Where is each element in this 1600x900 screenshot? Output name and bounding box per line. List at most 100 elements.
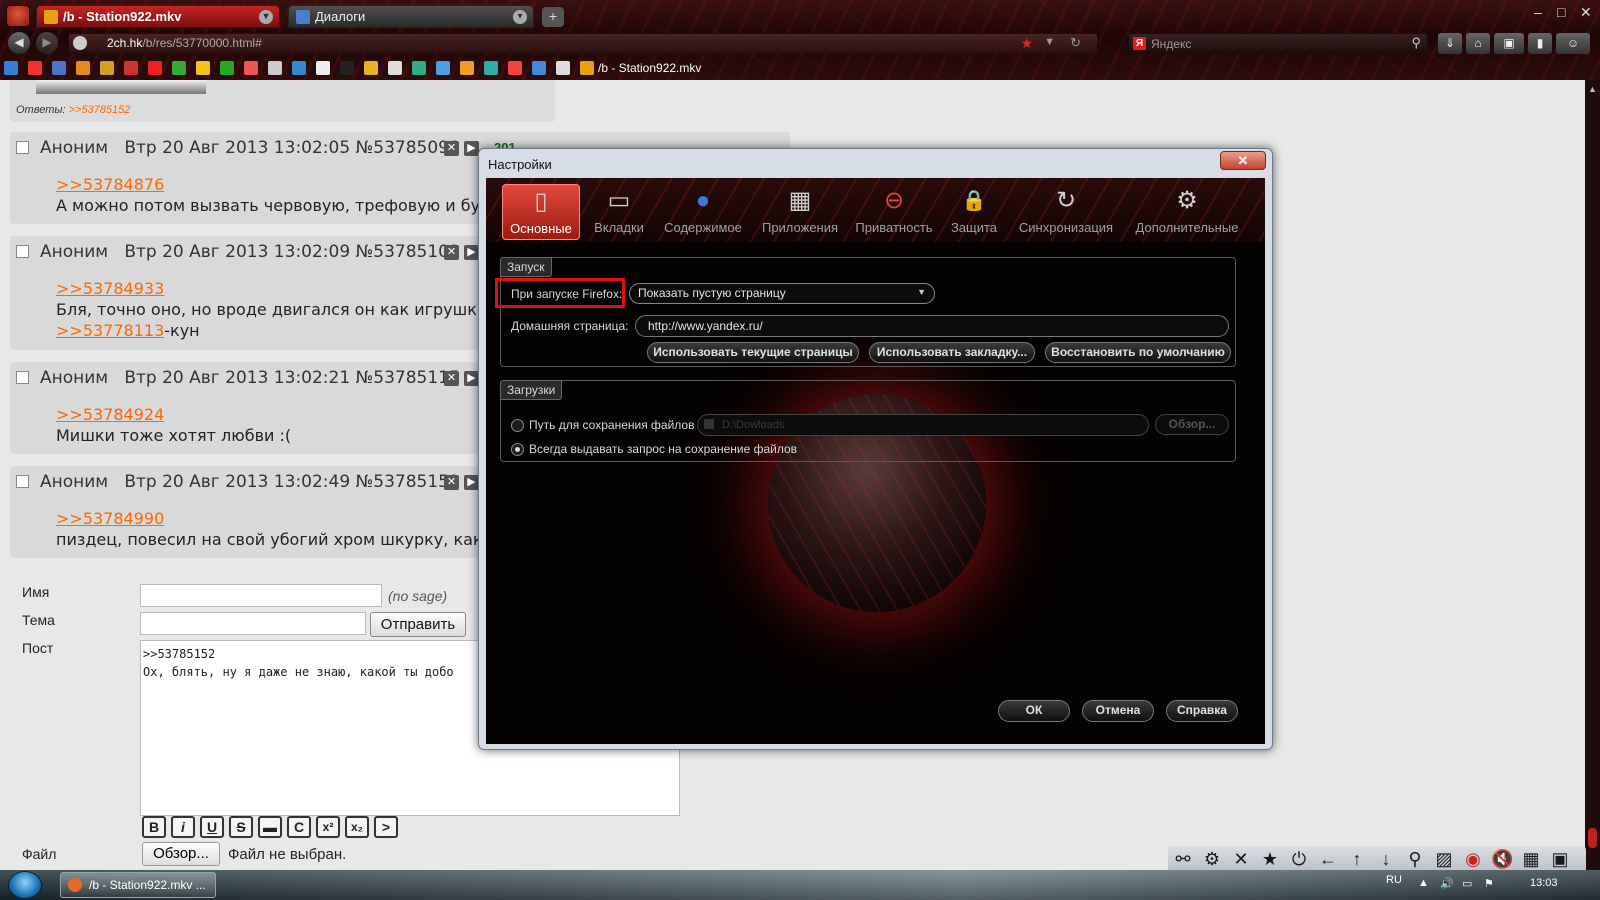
home-page-input[interactable]: http://www.yandex.ru/ (635, 315, 1229, 337)
post-ref-link[interactable]: >>53778113 (56, 321, 164, 340)
network-icon[interactable]: ▭ (1462, 877, 1472, 890)
start-button[interactable] (8, 871, 42, 899)
minimize-icon[interactable]: – (1534, 4, 1542, 20)
bookmark-icon[interactable] (100, 61, 114, 75)
volume-icon[interactable]: 🔊 (1440, 877, 1454, 890)
superscript-button[interactable]: x² (316, 816, 340, 838)
post-ref-link[interactable]: >>53784876 (56, 175, 164, 194)
bookmark-icon[interactable] (316, 61, 330, 75)
arrow-down-icon[interactable]: ↓ (1375, 848, 1397, 870)
file-browse-button[interactable]: Обзор... (142, 842, 220, 866)
bookmark-icon[interactable] (508, 61, 522, 75)
bookmark-icon[interactable] (412, 61, 426, 75)
taskbar-firefox-button[interactable]: /b - Station922.mkv ... (60, 872, 216, 898)
help-button[interactable]: Справка (1166, 700, 1238, 722)
bold-button[interactable]: B (142, 816, 166, 838)
bookmark-icon[interactable] (76, 61, 90, 75)
arrow-up-icon[interactable]: ↑ (1346, 848, 1368, 870)
bookmark-icon[interactable] (436, 61, 450, 75)
bookmark-icon[interactable] (532, 61, 546, 75)
stats-icon[interactable]: ▮ (1528, 33, 1552, 54)
page-scrollbar[interactable]: ▲ (1585, 80, 1600, 870)
pane-tabs[interactable]: ▭ Вкладки (586, 184, 652, 240)
use-bookmark-button[interactable]: Использовать закладку... (869, 342, 1035, 363)
flag-icon[interactable]: ⚑ (1484, 877, 1494, 890)
hide-post-icon[interactable]: ✕ (444, 371, 459, 386)
bookmark-icon[interactable] (460, 61, 474, 75)
bookmark-icon[interactable] (388, 61, 402, 75)
code-button[interactable]: C (287, 816, 311, 838)
save-icon[interactable]: ▣ (1549, 848, 1571, 870)
cancel-button[interactable]: Отмена (1082, 700, 1154, 722)
screenshot-icon[interactable]: ▣ (1494, 33, 1524, 54)
firefox-menu-button[interactable] (6, 5, 30, 27)
italic-button[interactable]: i (171, 816, 195, 838)
save-path-radio[interactable] (511, 419, 524, 432)
forward-button[interactable]: ▶ (36, 32, 58, 54)
scroll-up-icon[interactable]: ▲ (1588, 84, 1597, 94)
bookmark-icon[interactable] (4, 61, 18, 75)
bookmark-icon[interactable] (220, 61, 234, 75)
pane-applications[interactable]: ▦ Приложения (758, 184, 842, 240)
dialog-close-button[interactable]: ✕ (1220, 151, 1266, 170)
bookmark-icon[interactable] (292, 61, 306, 75)
bookmark-icon[interactable] (268, 61, 282, 75)
new-tab-button[interactable]: + (542, 7, 564, 27)
star-icon[interactable]: ★ (1259, 848, 1281, 870)
bookmark-icon[interactable] (124, 61, 138, 75)
send-button[interactable]: Отправить (370, 612, 466, 637)
spoiler-button[interactable]: ▬ (258, 816, 282, 838)
lightning-icon[interactable] (580, 61, 594, 75)
language-indicator[interactable]: RU (1386, 874, 1402, 886)
post-checkbox[interactable] (16, 371, 29, 384)
bookmark-station922[interactable]: /b - Station922.mkv (598, 61, 701, 75)
keyboard-icon[interactable]: ▦ (1520, 848, 1542, 870)
bookmark-icon[interactable] (148, 61, 162, 75)
bookmark-icon[interactable] (244, 61, 258, 75)
clock[interactable]: 13:03 (1530, 877, 1558, 889)
scroll-thumb[interactable] (1588, 828, 1597, 848)
downloads-icon[interactable]: ⇓ (1438, 33, 1462, 54)
bookmark-icon[interactable] (340, 61, 354, 75)
reply-link[interactable]: >>53785152 (69, 104, 131, 116)
bookmark-icon[interactable] (28, 61, 42, 75)
close-window-icon[interactable]: ✕ (1580, 4, 1592, 21)
addons-icon[interactable]: ⚯ (1172, 848, 1194, 870)
report-post-icon[interactable]: ▶ (464, 245, 479, 260)
back-button[interactable]: ◀ (8, 32, 30, 54)
pane-advanced[interactable]: ⚙ Дополнительные (1130, 184, 1244, 240)
reload-icon[interactable]: ↻ (1070, 35, 1081, 51)
report-post-icon[interactable]: ▶ (464, 141, 479, 156)
close-tab-icon[interactable]: ▾ (513, 10, 527, 24)
search-icon[interactable]: ⚲ (1411, 35, 1421, 51)
downloads-browse-button[interactable]: Обзор... (1155, 414, 1229, 435)
search-input[interactable]: Я Яндекс ⚲ (1128, 33, 1428, 54)
pane-sync[interactable]: ↻ Синхронизация (1014, 184, 1118, 240)
addon-icon[interactable]: ☺ (1556, 33, 1590, 54)
post-ref-link[interactable]: >>53784924 (56, 405, 164, 424)
tab-station922[interactable]: /b - Station922.mkv ▾ (36, 5, 280, 28)
tray-expand-icon[interactable]: ▲ (1418, 877, 1429, 889)
hide-post-icon[interactable]: ✕ (444, 475, 459, 490)
bookmark-icon[interactable] (52, 61, 66, 75)
bookmark-icon[interactable] (484, 61, 498, 75)
url-bar[interactable]: 2ch.hk/b/res/53770000.html# ★ ▼ ↻ (68, 33, 1098, 54)
report-post-icon[interactable]: ▶ (464, 475, 479, 490)
bookmark-icon[interactable] (196, 61, 210, 75)
post-ref-link[interactable]: >>53784990 (56, 509, 164, 528)
folder-icon[interactable] (556, 61, 570, 75)
restore-default-button[interactable]: Восстановить по умолчанию (1045, 342, 1231, 363)
pane-general[interactable]: ▯ Основные (502, 184, 580, 240)
hide-post-icon[interactable]: ✕ (444, 141, 459, 156)
arrow-left-icon[interactable]: ← (1317, 848, 1339, 870)
save-path-input[interactable]: D:\Dowloads (697, 414, 1149, 436)
zoom-icon[interactable]: ⚲ (1404, 848, 1426, 870)
gear-icon[interactable]: ⚙ (1201, 848, 1223, 870)
home-icon[interactable]: ⌂ (1466, 33, 1490, 54)
power-icon[interactable]: ⏻ (1288, 848, 1310, 870)
history-dropdown-icon[interactable]: ▼ (1044, 36, 1055, 48)
subscript-button[interactable]: x₂ (345, 816, 369, 838)
use-current-pages-button[interactable]: Использовать текущие страницы (647, 342, 859, 363)
post-ref-link[interactable]: >>53784933 (56, 279, 164, 298)
eye-icon[interactable]: ◉ (1462, 848, 1484, 870)
